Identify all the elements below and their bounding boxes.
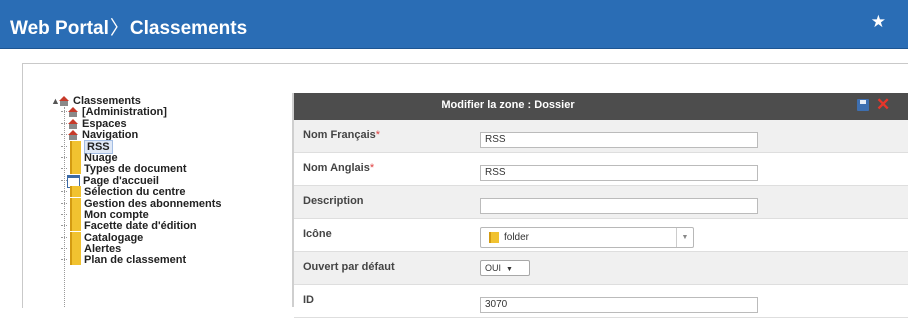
tree-item[interactable]: Catalogage [45, 231, 290, 244]
icone-value: folder [504, 232, 530, 243]
description-label: Description [303, 195, 364, 207]
breadcrumb: Web Portal〉Classements [10, 13, 247, 40]
tree-item-label: Types de document [84, 163, 187, 176]
field-ouvert-par-defaut: Ouvert par défaut OUI ▼ [294, 252, 908, 285]
folder-icon [70, 243, 81, 255]
tree-item[interactable]: RSS [45, 139, 290, 154]
icone-label: Icône [303, 228, 332, 240]
ouvert-value: OUI [485, 263, 502, 273]
tree-connector [61, 225, 67, 227]
edit-zone-form: Modifier la zone : Dossier ✕ Nom Françai… [294, 93, 908, 318]
app-header: Web Portal〉Classements ★ [0, 0, 908, 49]
field-nom-francais: Nom Français* RSS [294, 120, 908, 153]
tree-connector [61, 179, 67, 181]
tree-connector [61, 168, 67, 170]
tree-item[interactable]: Espaces [45, 117, 290, 130]
red-house-icon [67, 107, 79, 118]
folder-icon [70, 254, 81, 266]
tree-root[interactable]: ▲ Classements [45, 95, 290, 107]
tree-item[interactable]: Plan de classement [45, 254, 290, 267]
folder-icon [70, 208, 81, 220]
folder-icon [70, 151, 81, 163]
chevron-down-icon: ▼ [506, 266, 513, 273]
field-nom-anglais: Nom Anglais* RSS [294, 153, 908, 186]
tree-item[interactable]: Mon compte [45, 208, 290, 221]
tree-connector [61, 191, 67, 193]
red-house-icon [67, 118, 79, 129]
tree-item[interactable]: Gestion des abonnements [45, 197, 290, 210]
required-marker: * [375, 129, 381, 141]
nom-anglais-input[interactable]: RSS [480, 165, 758, 181]
form-title-bar: Modifier la zone : Dossier ✕ [294, 93, 908, 120]
breadcrumb-section: Classements [129, 18, 248, 39]
tree-item-label: Facette date d'édition [84, 220, 197, 233]
tree-item[interactable]: Sélection du centre [45, 186, 290, 199]
folder-icon [70, 231, 81, 243]
nom-francais-label: Nom Français* [303, 129, 381, 141]
icone-select[interactable]: folder ▼ [480, 227, 694, 248]
nom-anglais-label: Nom Anglais* [303, 162, 375, 174]
tree-item[interactable]: Navigation [45, 129, 290, 141]
field-id: ID 3070 [294, 285, 908, 318]
folder-icon [70, 140, 81, 152]
tree-item[interactable]: Alertes [45, 243, 290, 256]
tree-item-label: Espaces [82, 117, 127, 130]
tree-item-label: Mon compte [84, 208, 149, 221]
id-input[interactable]: 3070 [480, 297, 758, 313]
folder-icon [70, 186, 81, 198]
required-marker: * [369, 162, 375, 174]
breadcrumb-app[interactable]: Web Portal [10, 18, 109, 39]
tree-item-label: Nuage [84, 151, 118, 164]
folder-icon [70, 163, 81, 175]
tree-root-label: Classements [73, 95, 141, 107]
tree-item[interactable]: Facette date d'édition [45, 220, 290, 233]
tree-item-label: Alertes [84, 243, 122, 256]
tree-item[interactable]: [Administration] [45, 106, 290, 119]
tree-item-label: Page d'accueil [83, 174, 159, 187]
ouvert-select[interactable]: OUI ▼ [480, 260, 530, 276]
tree-item-label: Catalogage [84, 231, 144, 244]
star-icon[interactable]: ★ [871, 12, 886, 32]
tree-item-label: Sélection du centre [84, 186, 186, 199]
tree-connector [61, 156, 67, 158]
collapse-icon[interactable]: ▲ [51, 95, 60, 107]
tree-connector [61, 236, 67, 238]
tree-connector [61, 248, 67, 250]
id-label: ID [303, 294, 314, 306]
nom-francais-input[interactable]: RSS [480, 132, 758, 148]
tree-item[interactable]: Nuage [45, 151, 290, 164]
tree-connector [61, 259, 67, 261]
folder-icon [70, 220, 81, 232]
close-icon[interactable]: ✕ [876, 95, 890, 115]
red-house-icon [58, 96, 70, 106]
folder-icon [489, 231, 499, 243]
classification-tree: ▲ Classements [Administration] Espaces Navi… [45, 95, 290, 307]
field-description: Description [294, 186, 908, 219]
form-title: Modifier la zone : Dossier [441, 99, 575, 111]
tree-item-label: Plan de classement [84, 254, 187, 267]
tree-item-label: [Administration] [82, 106, 167, 119]
field-icone: Icône folder ▼ [294, 219, 908, 252]
breadcrumb-separator: 〉 [109, 18, 129, 39]
tree-item-label: Gestion des abonnements [84, 197, 222, 210]
tree-connector [61, 202, 67, 204]
description-input[interactable] [480, 198, 758, 214]
folder-icon [70, 197, 81, 209]
ouvert-label: Ouvert par défaut [303, 261, 395, 273]
tree-item[interactable]: Page d'accueil [45, 174, 290, 188]
tree-item[interactable]: Types de document [45, 163, 290, 176]
red-house-icon [67, 130, 79, 141]
save-icon[interactable] [857, 99, 869, 111]
tree-connector [61, 145, 67, 147]
tree-connector [61, 213, 67, 215]
chevron-down-icon[interactable]: ▼ [676, 228, 693, 247]
